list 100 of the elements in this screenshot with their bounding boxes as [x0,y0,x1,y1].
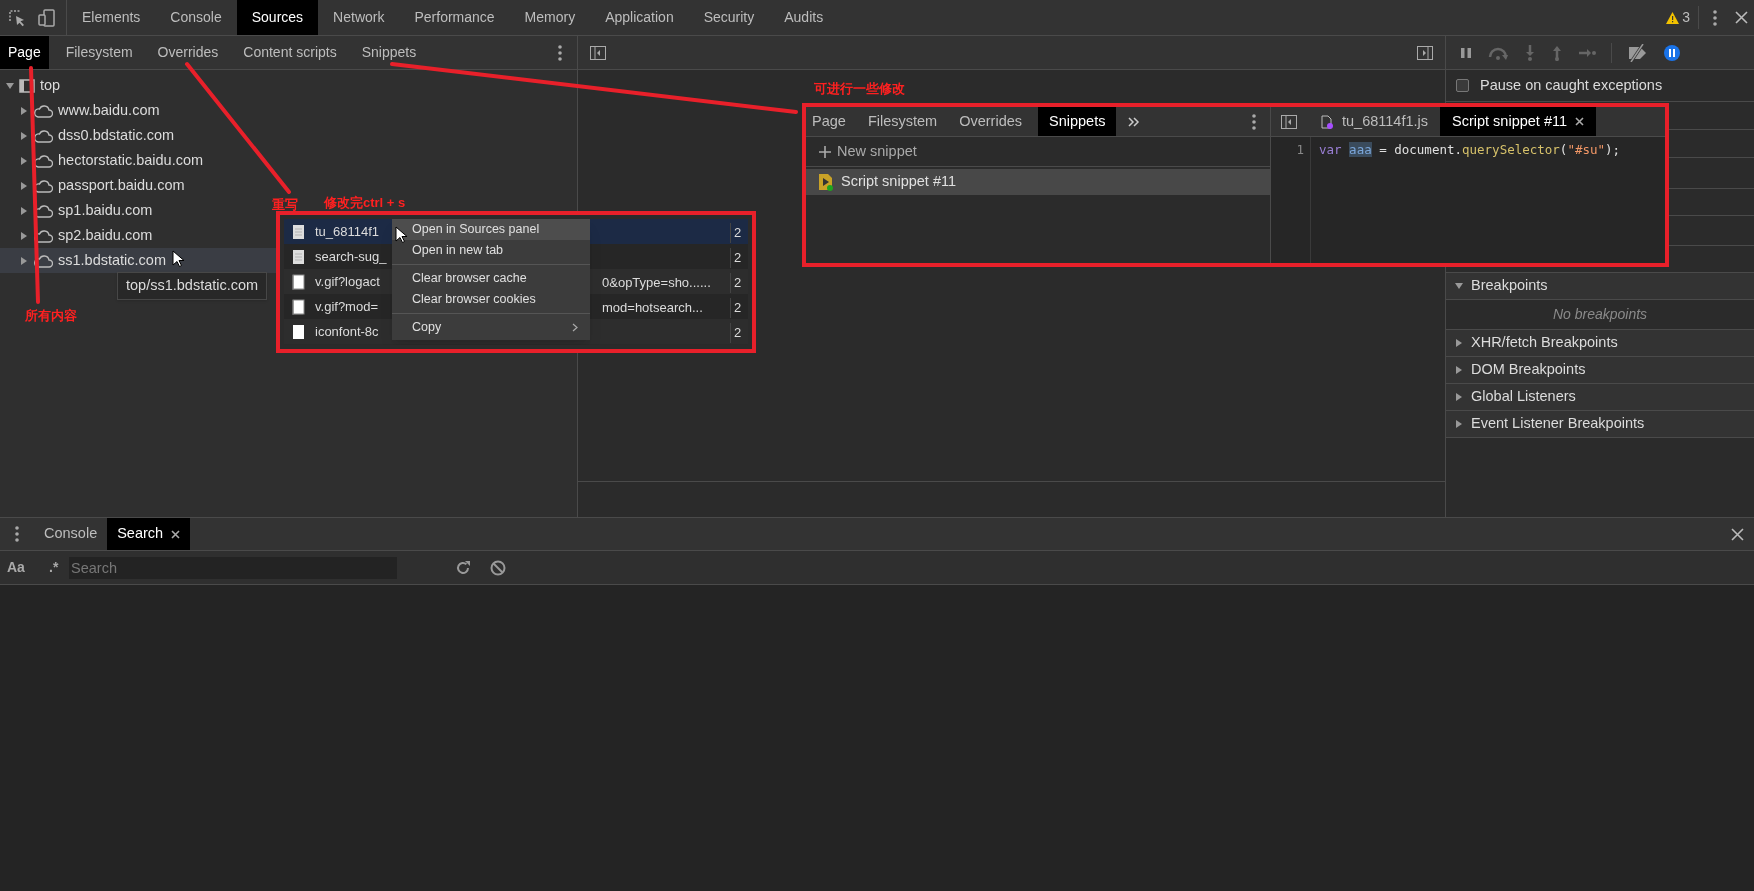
refresh-icon[interactable] [455,559,471,576]
collapsed-arrow-icon[interactable] [1455,339,1463,347]
menu-item[interactable]: Clear browser cache [392,268,590,289]
file-icon [292,298,305,315]
navigator-tab[interactable]: Page [0,36,49,69]
collapsed-arrow-icon[interactable] [1455,393,1463,401]
deactivate-breakpoints-icon[interactable] [1627,43,1649,62]
file-icon [292,323,305,340]
frame-icon [19,78,35,93]
tree-item-label[interactable]: ss1.bdstatic.com [58,249,166,272]
navigator-tab[interactable]: Filesystem [57,36,141,69]
inspect-icon[interactable] [8,8,26,27]
sidebar-toggle-icon[interactable] [1417,45,1433,60]
sidebar-toggle-icon[interactable] [590,45,606,60]
checkbox-label[interactable]: Pause on caught exceptions [1480,74,1663,97]
collapsed-arrow-icon[interactable] [20,156,28,165]
code-line: var aaa = document.querySelector("#su"); [1319,141,1621,159]
pause-icon[interactable] [1460,46,1472,59]
menu-item[interactable]: Open in Sources panel [392,219,590,240]
line-number: 1 [1296,141,1304,159]
collapsed-arrow-icon[interactable] [20,256,28,265]
navigator-tab[interactable]: Snippets [353,36,425,69]
panel-tab[interactable]: Audits [769,0,839,35]
tree-item-label[interactable]: passport.baidu.com [58,174,185,197]
editor-tab[interactable]: Script snippet #11 [1440,107,1596,136]
request-name: iconfont-8c [315,322,379,341]
tree-item-label[interactable]: www.baidu.com [58,99,160,122]
menu-item[interactable]: Clear browser cookies [392,289,590,310]
panel-tab[interactable]: Sources [236,0,319,35]
panel-tab[interactable]: Security [688,0,770,35]
panel-tab[interactable]: Console [155,0,237,35]
request-name: v.gif?logact [315,272,380,291]
request-url: mod=hotsearch... [602,299,703,317]
file-icon [292,223,305,240]
drawer-tab[interactable]: Console [34,518,108,550]
device-toolbar-icon[interactable] [38,8,56,27]
navigator-tab[interactable]: Overrides [149,36,227,69]
warning-count[interactable]: 3 [1682,7,1690,28]
request-url: 0&opType=sho...... [602,274,711,292]
mouse-cursor-icon [172,250,184,268]
table-cell: 2 [730,273,742,293]
sidebar-toggle-icon[interactable] [1281,114,1297,129]
file-icon [292,248,305,265]
tree-item-label[interactable]: sp1.baidu.com [58,199,153,222]
editor-tab[interactable]: tu_68114f1.js [1309,107,1440,136]
snippet-item[interactable]: Script snippet #11 [806,169,1270,195]
new-snippet-button[interactable]: New snippet [837,140,917,163]
menu-item[interactable]: Copy [392,317,590,338]
table-cell: 2 [730,223,742,243]
snippet-file-icon [818,173,834,191]
more-icon[interactable] [15,526,19,542]
clear-icon[interactable] [490,559,506,576]
table-cell: 2 [730,323,742,343]
close-icon[interactable] [171,529,181,539]
panel-tab[interactable]: Memory [509,0,591,35]
file-icon [292,273,305,290]
search-field[interactable]: Search [69,556,397,579]
collapsed-arrow-icon[interactable] [20,106,28,115]
collapsed-arrow-icon[interactable] [20,206,28,215]
request-name: v.gif?mod= [315,297,378,316]
more-icon[interactable] [558,44,562,61]
table-cell: 2 [730,298,742,318]
more-icon[interactable] [1252,113,1256,130]
annotation-label: 重写 [272,196,298,214]
warning-icon [1666,11,1680,24]
pause-on-exceptions-icon[interactable] [1664,44,1680,61]
close-icon[interactable] [1575,117,1584,126]
collapsed-arrow-icon[interactable] [1455,420,1463,428]
panel-tab[interactable]: Performance [399,0,510,35]
tree-item-label[interactable]: top [40,74,61,97]
tree-item-label[interactable]: sp2.baidu.com [58,224,153,247]
navigator-tab[interactable]: Page [806,107,852,136]
collapsed-arrow-icon[interactable] [20,181,28,190]
regex-toggle[interactable]: .* [49,557,69,578]
navigator-tab[interactable]: Snippets [1038,107,1117,136]
navigator-tab[interactable]: Filesystem [861,107,944,136]
collapsed-arrow-icon[interactable] [20,131,28,140]
tooltip: top/ss1.bdstatic.com [117,272,268,300]
close-icon[interactable] [1731,527,1744,541]
panel-tab[interactable]: Elements [67,0,156,35]
expanded-arrow-icon[interactable] [1455,282,1463,290]
empty-message: No breakpoints [1552,305,1648,324]
close-icon[interactable] [1735,11,1748,24]
drawer-tab[interactable]: Search [107,518,191,550]
panel-tab[interactable]: Network [318,0,400,35]
more-icon[interactable] [1713,9,1717,26]
plus-icon[interactable] [819,145,831,158]
panel-tab[interactable]: Application [590,0,689,35]
more-tabs-icon[interactable] [1128,116,1141,127]
expanded-arrow-icon[interactable] [6,81,14,90]
tree-item-label[interactable]: dss0.bdstatic.com [58,124,175,147]
navigator-tab[interactable]: Content scripts [235,36,345,69]
collapsed-arrow-icon[interactable] [20,231,28,240]
tree-item-label[interactable]: hectorstatic.baidu.com [58,149,204,172]
match-case-toggle[interactable]: Aa [7,557,37,578]
file-icon [1321,114,1334,129]
navigator-tab[interactable]: Overrides [953,107,1029,136]
collapsed-arrow-icon[interactable] [1455,366,1463,374]
annotation-label: 可进行一些修改 [814,80,905,98]
checkbox[interactable] [1456,79,1469,92]
